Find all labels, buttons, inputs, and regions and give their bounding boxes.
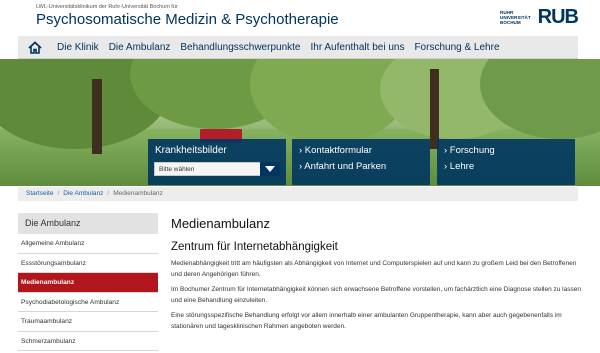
page-title: Medienambulanz: [171, 216, 271, 231]
sidebar-item-essstoerungsambulanz[interactable]: Essstörungsambulanz: [18, 253, 158, 273]
select-dropdown-button[interactable]: [260, 162, 280, 176]
breadcrumb: Startseite / Die Ambulanz / Medienambulanz: [18, 187, 578, 201]
main-nav: Die Klinik Die Ambulanz Behandlungsschwe…: [18, 36, 578, 59]
logo-big-text: RUB: [537, 5, 579, 28]
paragraph: Im Bochumer Zentrum für Internetabhängig…: [171, 286, 581, 304]
rub-logo[interactable]: RUHR UNIVERSITÄT BOCHUM RUB: [500, 5, 579, 28]
institution-line: LWL-Universitätsklinikum der Ruhr-Univer…: [36, 4, 178, 10]
sidebar-item-medienambulanz[interactable]: Medienambulanz: [18, 273, 158, 293]
hero-trunk: [92, 79, 102, 154]
section-heading: Zentrum für Internetabhängigkeit: [171, 241, 338, 253]
sidebar: Die Ambulanz Allgemeine Ambulanz Essstör…: [18, 213, 158, 351]
home-icon: [28, 40, 42, 54]
paragraph: Eine störungsspezifische Behandlung erfo…: [171, 312, 562, 330]
main-content: Medienambulanz Zentrum für Internetabhän…: [171, 216, 581, 337]
nav-item-aufenthalt[interactable]: Ihr Aufenthalt bei uns: [305, 42, 409, 53]
hero-box-kontakt: › Kontaktformular › Anfahrt und Parken: [292, 139, 430, 185]
link-kontaktformular[interactable]: › Kontaktformular: [292, 145, 430, 157]
select-value: Bitte wählen: [159, 166, 195, 173]
sidebar-item-allgemeine-ambulanz[interactable]: Allgemeine Ambulanz: [18, 234, 158, 254]
breadcrumb-ambulanz[interactable]: Die Ambulanz: [63, 190, 103, 197]
breadcrumb-current: Medienambulanz: [113, 190, 163, 197]
breadcrumb-startseite[interactable]: Startseite: [26, 190, 53, 197]
link-anfahrt[interactable]: › Anfahrt und Parken: [292, 161, 430, 173]
nav-item-behandlungsschwerpunkte[interactable]: Behandlungsschwerpunkte: [175, 42, 305, 53]
paragraph: Medienabhängigkeit tritt am häufigsten a…: [171, 260, 577, 278]
hero-box-forschung: › Forschung › Lehre: [437, 139, 575, 185]
hero-trunk: [430, 69, 439, 149]
nav-item-forschung-lehre[interactable]: Forschung & Lehre: [409, 42, 504, 53]
nav-item-ambulanz[interactable]: Die Ambulanz: [104, 42, 176, 53]
krankheitsbilder-label: Krankheitsbilder: [155, 145, 227, 156]
site-header: LWL-Universitätsklinikum der Ruhr-Univer…: [0, 0, 600, 36]
sidebar-title: Die Ambulanz: [18, 213, 158, 234]
link-forschung[interactable]: › Forschung: [437, 145, 575, 157]
hero-banner: Krankheitsbilder Bitte wählen › Kontaktf…: [0, 59, 600, 186]
home-button[interactable]: [18, 36, 52, 59]
link-lehre[interactable]: › Lehre: [437, 161, 575, 173]
breadcrumb-separator: /: [57, 190, 60, 197]
chevron-down-icon: [265, 166, 275, 172]
logo-small-text: RUHR UNIVERSITÄT BOCHUM: [500, 9, 531, 25]
krankheitsbilder-select[interactable]: Bitte wählen: [154, 162, 280, 176]
breadcrumb-separator: /: [107, 190, 110, 197]
hero-box-krankheitsbilder: Krankheitsbilder Bitte wählen: [148, 139, 286, 185]
sidebar-item-traumaambulanz[interactable]: Traumaambulanz: [18, 312, 158, 332]
sidebar-item-schmerzambulanz[interactable]: Schmerzambulanz: [18, 331, 158, 351]
nav-item-klinik[interactable]: Die Klinik: [52, 42, 104, 53]
sidebar-item-psychodiabetologische-ambulanz[interactable]: Psychodiabetologische Ambulanz: [18, 292, 158, 312]
site-title[interactable]: Psychosomatische Medizin & Psychotherapi…: [36, 11, 339, 28]
